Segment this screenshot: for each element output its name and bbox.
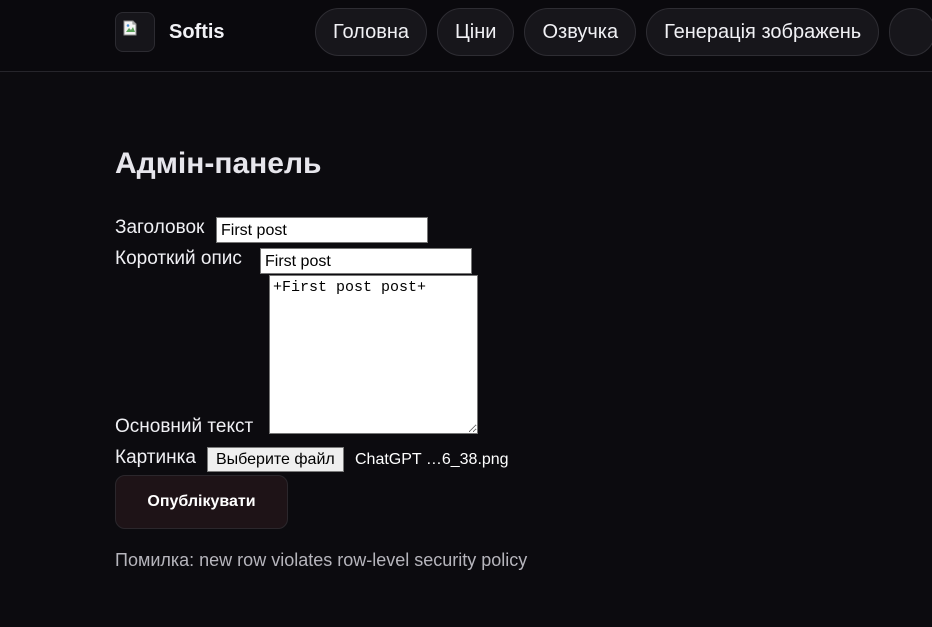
nav-link-image-generation[interactable]: Генерація зображень [646, 8, 880, 56]
title-label: Заголовок [115, 217, 205, 238]
selected-file-name: ChatGPT …6_38.png [355, 451, 509, 468]
nav-link-more[interactable] [889, 8, 932, 56]
publish-button[interactable]: Опублікувати [115, 475, 288, 529]
choose-file-button[interactable]: Выберите файл [207, 447, 344, 472]
short-description-input[interactable] [260, 248, 472, 274]
body-text-label: Основний текст [115, 416, 254, 437]
logo[interactable] [115, 12, 155, 52]
nav-link-voiceover[interactable]: Озвучка [524, 8, 637, 56]
short-description-label: Короткий опис [115, 248, 242, 269]
nav-link-home[interactable]: Головна [315, 8, 427, 56]
body-textarea[interactable]: +First post post+ [269, 275, 478, 434]
image-label: Картинка [115, 447, 196, 468]
title-input[interactable] [216, 217, 428, 243]
broken-image-icon [123, 20, 137, 36]
top-navbar: Softis Головна Ціни Озвучка Генерація зо… [0, 0, 932, 72]
page-title: Адмін-панель [115, 147, 322, 180]
main-nav: Головна Ціни Озвучка Генерація зображень [315, 8, 932, 58]
brand-name[interactable]: Softis [169, 20, 225, 44]
error-message: Помилка: new row violates row-level secu… [115, 550, 528, 570]
nav-link-pricing[interactable]: Ціни [437, 8, 515, 56]
